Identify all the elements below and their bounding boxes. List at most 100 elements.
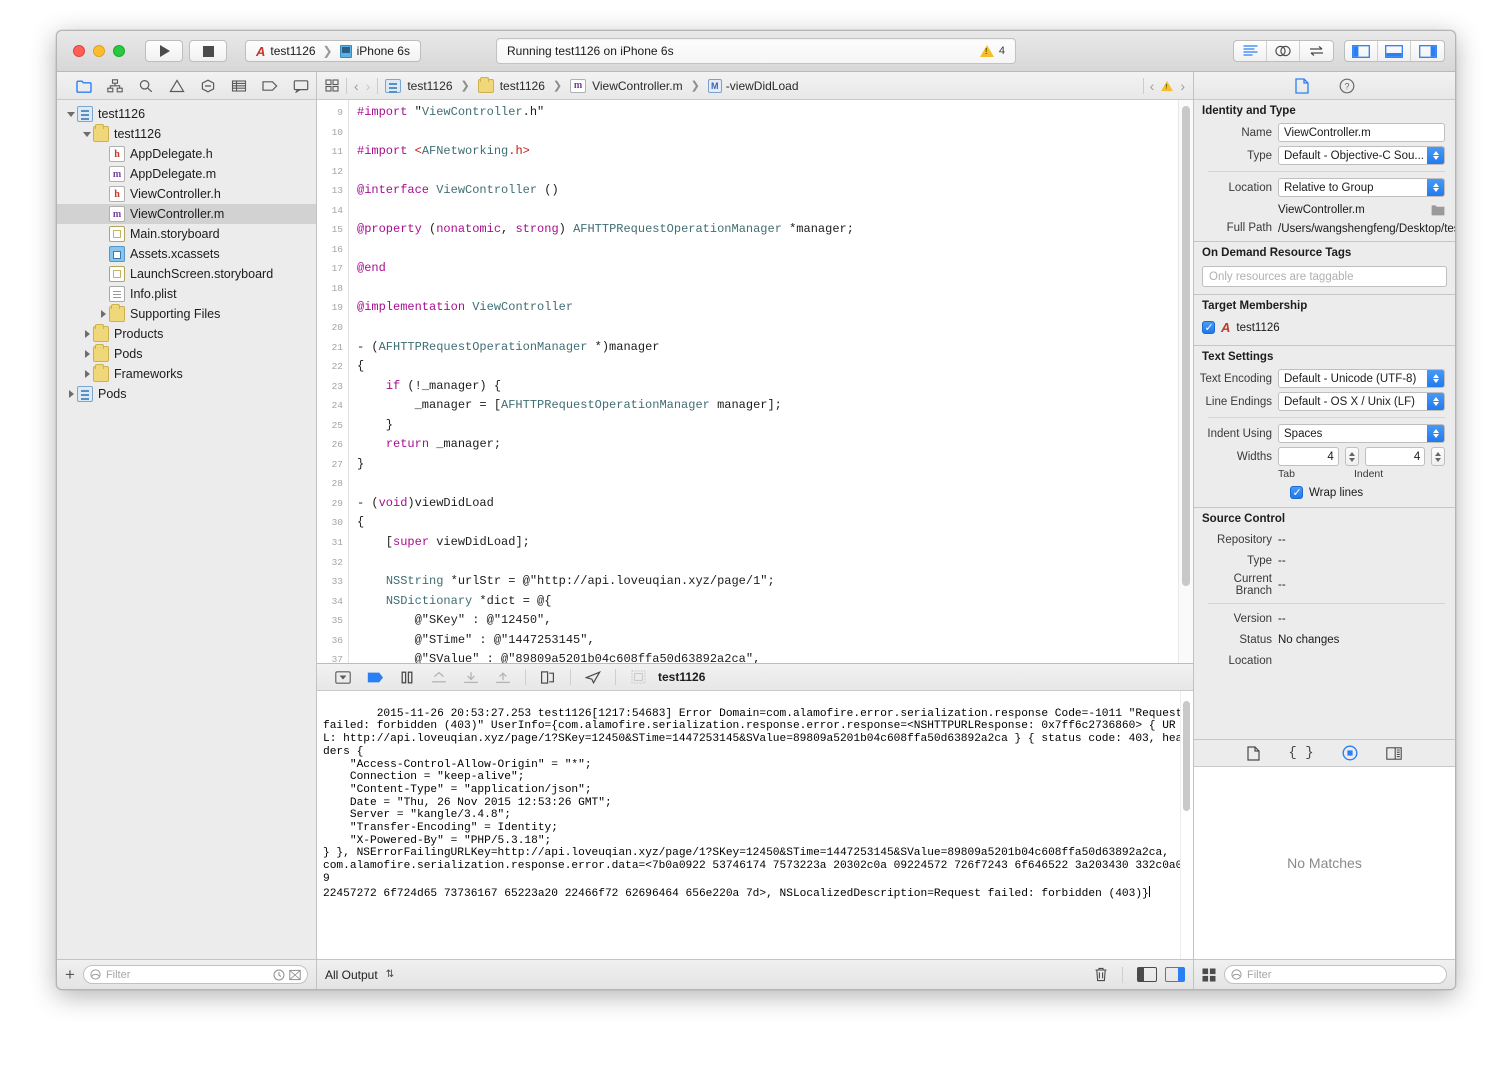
version-editor-button[interactable] bbox=[1300, 41, 1333, 61]
view-toggles-segmented[interactable] bbox=[1344, 40, 1445, 62]
target-checkbox[interactable] bbox=[1202, 321, 1215, 334]
report-navigator-icon[interactable] bbox=[285, 79, 316, 93]
disclosure-triangle-icon[interactable] bbox=[65, 111, 77, 117]
code-line[interactable]: { bbox=[357, 513, 1193, 533]
project-navigator-tree[interactable]: test1126 test1126 h AppDelegate.h m AppDelega… bbox=[57, 100, 316, 959]
editor-mode-segmented[interactable] bbox=[1233, 40, 1334, 62]
navigator-row[interactable]: LaunchScreen.storyboard bbox=[57, 264, 316, 284]
code-line[interactable] bbox=[357, 474, 1193, 494]
tab-width-stepper[interactable] bbox=[1344, 447, 1359, 466]
navigator-row[interactable]: Supporting Files bbox=[57, 304, 316, 324]
code-line[interactable]: - (void)viewDidLoad bbox=[357, 494, 1193, 514]
code-line[interactable] bbox=[357, 240, 1193, 260]
code-line[interactable]: @"STime" : @"1447253145", bbox=[357, 631, 1193, 651]
disclosure-triangle-icon[interactable] bbox=[81, 370, 93, 378]
pause-icon[interactable] bbox=[391, 671, 423, 684]
toggle-debug-area-button[interactable] bbox=[1378, 41, 1411, 61]
target-membership-row[interactable]: A test1126 bbox=[1194, 316, 1455, 345]
navigator-row[interactable]: Pods bbox=[57, 384, 316, 404]
console-output[interactable]: 2015-11-26 20:53:27.253 test1126[1217:54… bbox=[317, 691, 1193, 959]
disclosure-triangle-icon[interactable] bbox=[65, 390, 77, 398]
object-library-tab[interactable] bbox=[1342, 745, 1358, 761]
debug-bar[interactable]: test1126 bbox=[317, 663, 1193, 691]
toggle-inspector-button[interactable] bbox=[1411, 41, 1444, 61]
tab-width-field[interactable]: 4 bbox=[1278, 447, 1339, 466]
wrap-lines-row[interactable]: Wrap lines bbox=[1194, 482, 1455, 507]
window-controls[interactable] bbox=[73, 45, 125, 57]
breakpoint-navigator-icon[interactable] bbox=[254, 79, 285, 93]
choose-file-icon[interactable] bbox=[1431, 204, 1445, 216]
standard-editor-button[interactable] bbox=[1234, 41, 1267, 61]
breadcrumb-file[interactable]: m ViewController.m bbox=[570, 78, 683, 93]
toggle-navigator-button[interactable] bbox=[1345, 41, 1378, 61]
code-line[interactable]: @end bbox=[357, 259, 1193, 279]
recent-files-icon[interactable] bbox=[273, 969, 285, 981]
code-line[interactable]: } bbox=[357, 416, 1193, 436]
wrap-lines-checkbox[interactable] bbox=[1290, 486, 1303, 499]
inspector-selector-bar[interactable]: ? bbox=[1194, 72, 1455, 100]
file-inspector-tab[interactable] bbox=[1294, 77, 1309, 94]
debug-view-hierarchy-icon[interactable] bbox=[532, 670, 564, 684]
indent-width-field[interactable]: 4 bbox=[1364, 447, 1426, 466]
media-library-tab[interactable] bbox=[1385, 746, 1402, 760]
run-button[interactable] bbox=[145, 40, 183, 62]
navigator-row[interactable]: Products bbox=[57, 324, 316, 344]
disclosure-triangle-icon[interactable] bbox=[97, 310, 109, 318]
source-control-navigator-icon[interactable] bbox=[100, 78, 131, 93]
code-line[interactable] bbox=[357, 318, 1193, 338]
indent-using-popup[interactable]: Spaces bbox=[1278, 424, 1445, 443]
code-line[interactable] bbox=[357, 279, 1193, 299]
navigator-row[interactable]: h ViewController.h bbox=[57, 184, 316, 204]
file-template-library-tab[interactable] bbox=[1247, 745, 1260, 761]
project-navigator-icon[interactable] bbox=[69, 79, 100, 93]
code-line[interactable] bbox=[357, 201, 1193, 221]
library-selector-bar[interactable]: { } bbox=[1194, 740, 1455, 767]
step-into-icon[interactable] bbox=[455, 671, 487, 684]
output-scope-chevron-icon[interactable]: ⇅ bbox=[386, 969, 394, 980]
navigator-row[interactable]: Main.storyboard bbox=[57, 224, 316, 244]
show-variables-view-button[interactable] bbox=[1137, 967, 1157, 982]
code-line[interactable] bbox=[357, 553, 1193, 573]
indent-width-stepper[interactable] bbox=[1431, 447, 1445, 466]
assistant-editor-button[interactable] bbox=[1267, 41, 1300, 61]
hide-debug-area-icon[interactable] bbox=[327, 670, 359, 684]
code-line[interactable] bbox=[357, 162, 1193, 182]
code-line[interactable]: @property (nonatomic, strong) AFHTTPRequ… bbox=[357, 220, 1193, 240]
code-line[interactable]: @implementation ViewController bbox=[357, 298, 1193, 318]
navigator-row[interactable]: test1126 bbox=[57, 104, 316, 124]
type-popup[interactable]: Default - Objective-C Sou... bbox=[1278, 146, 1445, 165]
related-items-icon[interactable] bbox=[325, 79, 339, 92]
code-line[interactable]: if (!_manager) { bbox=[357, 377, 1193, 397]
navigator-row[interactable]: test1126 bbox=[57, 124, 316, 144]
console-scrollbar[interactable] bbox=[1180, 691, 1193, 959]
close-button[interactable] bbox=[73, 45, 85, 57]
code-line[interactable]: @interface ViewController () bbox=[357, 181, 1193, 201]
navigator-row[interactable]: m AppDelegate.m bbox=[57, 164, 316, 184]
show-console-view-button[interactable] bbox=[1165, 967, 1185, 982]
code-line[interactable]: return _manager; bbox=[357, 435, 1193, 455]
code-line[interactable]: [super viewDidLoad]; bbox=[357, 533, 1193, 553]
navigator-selector-bar[interactable] bbox=[57, 72, 316, 100]
text-encoding-popup[interactable]: Default - Unicode (UTF-8) bbox=[1278, 369, 1445, 388]
library-layout-toggle-icon[interactable] bbox=[1202, 968, 1216, 982]
search-navigator-icon[interactable] bbox=[131, 79, 162, 93]
editor-scroll-thumb[interactable] bbox=[1182, 106, 1190, 586]
console-scroll-thumb[interactable] bbox=[1183, 701, 1190, 811]
navigator-row[interactable]: Pods bbox=[57, 344, 316, 364]
source-code-editor[interactable]: 9 10 11 12 13 14 15 16 17 18 19 20 21 22 23 24 25 26 27 28 2… bbox=[317, 100, 1193, 663]
go-back-button[interactable]: ‹ bbox=[354, 78, 359, 94]
editor-vertical-scrollbar[interactable] bbox=[1178, 100, 1193, 663]
simulate-location-icon[interactable] bbox=[577, 670, 609, 684]
code-line[interactable]: #import "ViewController.h" bbox=[357, 103, 1193, 123]
odr-tags-field[interactable]: Only resources are taggable bbox=[1202, 266, 1447, 287]
previous-issue-button[interactable]: ‹ bbox=[1150, 78, 1155, 94]
code-line[interactable]: } bbox=[357, 455, 1193, 475]
disclosure-triangle-icon[interactable] bbox=[81, 131, 93, 137]
breadcrumb-symbol[interactable]: M -viewDidLoad bbox=[707, 78, 799, 93]
navigator-row[interactable]: Info.plist bbox=[57, 284, 316, 304]
source-control-filter-icon[interactable] bbox=[289, 969, 301, 981]
test-navigator-icon[interactable] bbox=[193, 79, 224, 93]
minimize-button[interactable] bbox=[93, 45, 105, 57]
navigator-row[interactable]: h AppDelegate.h bbox=[57, 144, 316, 164]
line-endings-popup[interactable]: Default - OS X / Unix (LF) bbox=[1278, 392, 1445, 411]
